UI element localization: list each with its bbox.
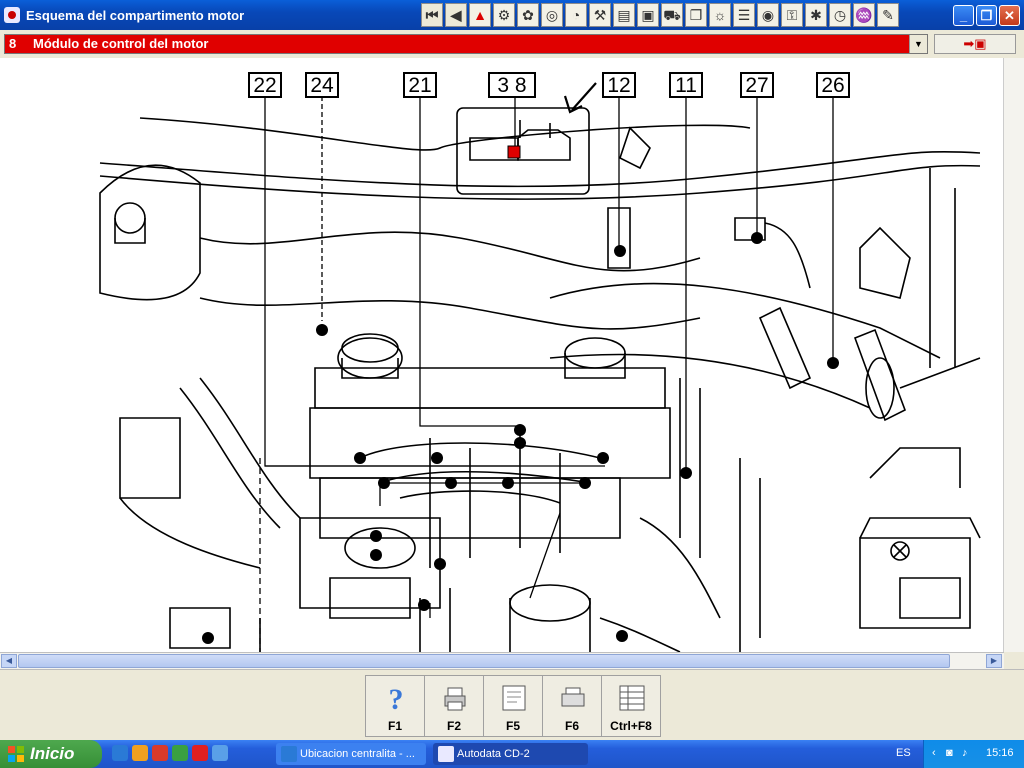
print-icon — [444, 687, 466, 711]
ctrl-f8-button[interactable]: Ctrl+F8 — [601, 675, 661, 737]
close-button[interactable]: ✕ — [999, 4, 1020, 26]
vertical-scrollbar[interactable] — [1003, 58, 1024, 652]
prev-icon[interactable]: ◀ — [445, 3, 467, 27]
callout-11[interactable]: 11 — [669, 72, 703, 98]
callout-21[interactable]: 21 — [403, 72, 437, 98]
f2-print-button[interactable]: F2 — [424, 675, 484, 737]
language-indicator[interactable]: ES — [896, 747, 911, 759]
messenger-quicklaunch-icon[interactable] — [172, 745, 188, 761]
firstaid-quicklaunch-icon[interactable] — [192, 745, 208, 761]
book-icon[interactable]: ❐ — [685, 3, 707, 27]
light-icon[interactable]: ☼ — [709, 3, 731, 27]
system-tray: ‹ ◙ ♪ 15:16 — [923, 740, 1024, 768]
start-button[interactable]: Inicio — [0, 740, 102, 768]
window-controls: _ ❐ ✕ — [953, 4, 1020, 26]
clock[interactable]: 15:16 — [986, 747, 1014, 759]
list-icon[interactable]: ☰ — [733, 3, 755, 27]
module-name: Módulo de control del motor — [33, 36, 209, 51]
title-bar: Esquema del compartimento motor ⏮ ◀ ▲ ⚙ … — [0, 0, 1024, 30]
start-label: Inicio — [30, 744, 75, 763]
wheel-icon[interactable]: ◎ — [541, 3, 563, 27]
save-icon — [502, 685, 526, 711]
tyre-icon[interactable]: ◉ — [757, 3, 779, 27]
warning-icon[interactable]: ▲ — [469, 3, 491, 27]
scroll-left-icon[interactable]: ◀ — [1, 654, 17, 668]
media-quicklaunch-icon[interactable] — [152, 745, 168, 761]
callout-26[interactable]: 26 — [816, 72, 850, 98]
windows-logo-icon — [8, 746, 24, 762]
first-icon[interactable]: ⏮ — [421, 3, 443, 27]
tray-arrow-icon[interactable]: ‹ — [932, 747, 936, 759]
toolbar: ⏮ ◀ ▲ ⚙ ✿ ◎ ◔ ⚒ ▤ ▣ ⛟ ❐ ☼ ☰ ◉ ⚿ ✱ ◷ ♒ ✎ — [421, 3, 899, 27]
diagram-icon[interactable]: ▤ — [613, 3, 635, 27]
scroll-thumb[interactable] — [18, 654, 950, 668]
key-icon[interactable]: ⚿ — [781, 3, 803, 27]
engine-icon[interactable]: ✿ — [517, 3, 539, 27]
scroll-right-icon[interactable]: ▶ — [986, 654, 1002, 668]
car-icon[interactable]: ⛟ — [661, 3, 683, 27]
task-autodata-window[interactable]: Autodata CD-2 — [433, 743, 588, 765]
task-autodata-label: Autodata CD-2 — [457, 748, 530, 760]
tray-volume-icon[interactable]: ♪ — [962, 747, 968, 759]
gauge-icon[interactable]: ◔ — [565, 3, 587, 27]
window-title: Esquema del compartimento motor — [26, 7, 245, 23]
fan-icon[interactable]: ✱ — [805, 3, 827, 27]
exit-icon: ➡▣ — [963, 36, 987, 51]
engine-diagram: 22 24 21 3 8 12 11 27 26 — [0, 58, 1024, 652]
quick-launch — [112, 745, 228, 761]
exit-button[interactable]: ➡▣ — [934, 34, 1016, 54]
clock-icon[interactable]: ◷ — [829, 3, 851, 27]
battery-icon[interactable]: ▣ — [637, 3, 659, 27]
table-icon — [619, 685, 645, 711]
explorer-quicklaunch-icon[interactable] — [132, 745, 148, 761]
horizontal-scrollbar[interactable]: ◀ ▶ — [0, 652, 1004, 669]
function-bar: ? F1 F2 F5 F6 Ctrl+F8 — [0, 669, 1024, 741]
ie-quicklaunch-icon[interactable] — [112, 745, 128, 761]
callout-24[interactable]: 24 — [305, 72, 339, 98]
taskbar: Inicio Ubicacion centralita - ... Autoda… — [0, 740, 1024, 768]
module-number: 8 — [9, 36, 17, 51]
maximize-button[interactable]: ❐ — [976, 4, 997, 26]
engine-drawing — [99, 82, 981, 652]
tray-network-icon[interactable]: ◙ — [946, 747, 953, 759]
f5-label: F5 — [505, 719, 520, 733]
help-icon: ? — [389, 683, 404, 714]
svg-text:?: ? — [389, 683, 404, 714]
app-quicklaunch-icon[interactable] — [212, 745, 228, 761]
callout-12[interactable]: 12 — [602, 72, 636, 98]
task-ie-window[interactable]: Ubicacion centralita - ... — [276, 743, 426, 765]
f1-help-button[interactable]: ? F1 — [365, 675, 425, 737]
f5-button[interactable]: F5 — [483, 675, 543, 737]
tool-icon[interactable]: ⚙ — [493, 3, 515, 27]
f6-label: F6 — [564, 719, 579, 733]
minimize-button[interactable]: _ — [953, 4, 974, 26]
task-ie-label: Ubicacion centralita - ... — [300, 748, 415, 760]
chevron-down-icon[interactable]: ▼ — [909, 35, 927, 53]
note-icon[interactable]: ✎ — [877, 3, 899, 27]
module-row: 8 Módulo de control del motor ▼ ➡▣ — [0, 30, 1024, 58]
module-dropdown[interactable]: 8 Módulo de control del motor ▼ — [4, 34, 928, 54]
wrench-icon[interactable]: ⚒ — [589, 3, 611, 27]
f1-label: F1 — [387, 719, 402, 733]
ctrl-f8-label: Ctrl+F8 — [610, 719, 652, 733]
autodata-icon — [438, 746, 454, 762]
callout-27[interactable]: 27 — [740, 72, 774, 98]
f6-button[interactable]: F6 — [542, 675, 602, 737]
ie-icon — [281, 746, 297, 762]
spray-icon[interactable]: ♒ — [853, 3, 875, 27]
printer-icon — [561, 687, 585, 707]
autodata-app-icon[interactable] — [4, 7, 20, 23]
f2-label: F2 — [446, 719, 461, 733]
callout-38[interactable]: 3 8 — [488, 72, 536, 98]
callout-22[interactable]: 22 — [248, 72, 282, 98]
